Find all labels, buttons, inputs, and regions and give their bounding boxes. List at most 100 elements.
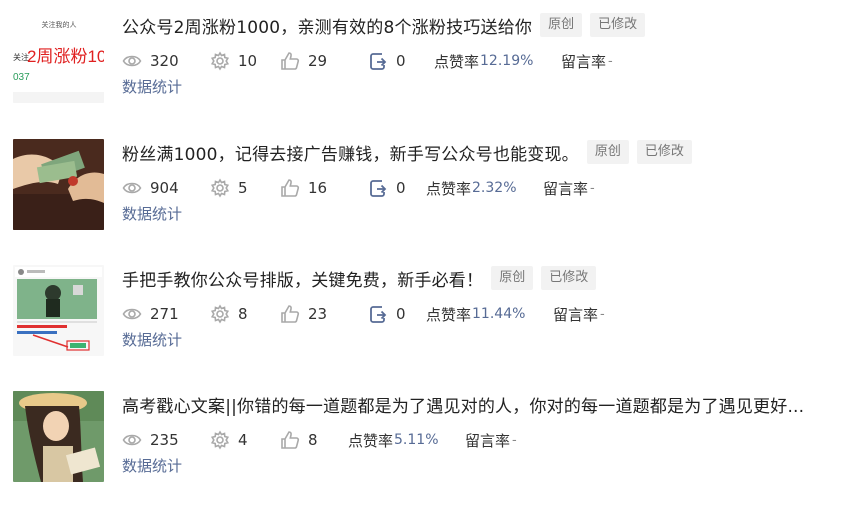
shares-stat: 8 (210, 304, 280, 324)
forwards-count: 0 (396, 305, 406, 323)
shares-count: 8 (238, 305, 248, 323)
shares-count: 10 (238, 52, 258, 70)
thumb-main-text: 2周涨粉100 (27, 47, 104, 66)
shares-stat: 4 (210, 430, 280, 450)
comment-rate-label: 留言率 (465, 431, 511, 450)
like-rate-value: 12.19% (480, 53, 534, 69)
thumbs-up-icon (281, 52, 300, 70)
share-icon (370, 306, 387, 323)
eye-icon (122, 308, 142, 320)
thumbnail-image (13, 139, 104, 230)
title-row: 高考戳心文案||你错的每一道题都是为了遇见对的人，你对的每一道题都是为了遇见更好… (122, 391, 804, 417)
article-title[interactable]: 粉丝满1000，记得去接广告赚钱，新手写公众号也能变现。 (122, 140, 579, 165)
article-title[interactable]: 手把手教你公众号排版，关键免费，新手必看！ (122, 266, 483, 291)
article-title[interactable]: 高考戳心文案||你错的每一道题都是为了遇见对的人，你对的每一道题都是为了遇见更好… (122, 392, 804, 417)
shares-count: 4 (238, 431, 248, 449)
views-stat: 271 (122, 304, 210, 324)
article-thumbnail[interactable] (13, 391, 104, 482)
forwards-count: 0 (396, 179, 406, 197)
views-stat: 320 (122, 51, 210, 71)
like-rate-value: 2.32% (472, 180, 517, 196)
article-thumbnail[interactable] (13, 265, 104, 356)
data-stats-link[interactable]: 数据统计 (122, 76, 182, 97)
eye-icon (122, 182, 142, 194)
title-row: 粉丝满1000，记得去接广告赚钱，新手写公众号也能变现。 原创 已修改 (122, 139, 692, 165)
title-row: 公众号2周涨粉1000，亲测有效的8个涨粉技巧送给你 原创 已修改 (122, 12, 646, 38)
like-rate-label: 点赞率 (426, 305, 472, 324)
like-rate-value: 5.11% (394, 432, 439, 448)
forwards-count: 0 (396, 52, 406, 70)
likes-stat: 29 (280, 51, 368, 71)
forwards-stat: 0 (368, 304, 426, 324)
views-count: 904 (150, 179, 179, 197)
modified-badge: 已修改 (541, 266, 597, 290)
like-rate-stat: 点赞率 11.44% (426, 304, 553, 325)
stats-row: 320 10 29 0 点赞率 12.19% 留言率 - (122, 50, 613, 72)
share-icon (370, 53, 387, 70)
gear-icon (210, 178, 230, 198)
like-rate-label: 点赞率 (348, 431, 394, 450)
like-rate-label: 点赞率 (426, 179, 472, 198)
forwards-stat: 0 (368, 51, 434, 71)
modified-badge: 已修改 (590, 13, 646, 37)
gear-icon (210, 51, 230, 71)
article-thumbnail[interactable]: 关注我的人 关注 2周涨粉100 037 (13, 12, 104, 103)
likes-stat: 16 (280, 178, 368, 198)
comment-rate-stat: 留言率 - (543, 178, 595, 199)
thumbs-up-icon (281, 179, 300, 197)
views-stat: 904 (122, 178, 210, 198)
shares-stat: 10 (210, 51, 280, 71)
gear-icon (210, 304, 230, 324)
data-stats-link[interactable]: 数据统计 (122, 329, 182, 350)
article-item: 关注我的人 关注 2周涨粉100 037 公众号2周涨粉1000，亲测有效的8个… (0, 12, 841, 138)
comment-rate-stat: 留言率 - (465, 430, 517, 451)
gear-icon (210, 430, 230, 450)
forwards-stat: 0 (368, 178, 426, 198)
article-thumbnail[interactable] (13, 139, 104, 230)
modified-badge: 已修改 (636, 140, 692, 164)
like-rate-label: 点赞率 (434, 52, 480, 71)
article-title[interactable]: 公众号2周涨粉1000，亲测有效的8个涨粉技巧送给你 (122, 13, 532, 38)
like-rate-stat: 点赞率 12.19% (434, 51, 561, 72)
original-badge: 原创 (491, 266, 534, 290)
like-rate-stat: 点赞率 5.11% (348, 430, 465, 451)
like-rate-stat: 点赞率 2.32% (426, 178, 543, 199)
original-badge: 原创 (540, 13, 583, 37)
comment-rate-label: 留言率 (561, 52, 607, 71)
eye-icon (122, 434, 142, 446)
thumb-top-text: 关注我的人 (42, 20, 77, 29)
views-count: 235 (150, 431, 179, 449)
article-item: 高考戳心文案||你错的每一道题都是为了遇见对的人，你对的每一道题都是为了遇见更好… (0, 391, 841, 517)
views-count: 271 (150, 305, 179, 323)
comment-rate-label: 留言率 (543, 179, 589, 198)
comment-rate-value: - (600, 306, 605, 322)
thumb-sub-text: 037 (13, 72, 30, 83)
original-badge: 原创 (586, 140, 629, 164)
likes-stat: 23 (280, 304, 368, 324)
likes-count: 23 (308, 305, 328, 323)
eye-icon (122, 55, 142, 67)
thumbs-up-icon (281, 431, 300, 449)
comment-rate-value: - (590, 180, 595, 196)
stats-row: 271 8 23 0 点赞率 11.44% 留言率 - (122, 303, 605, 325)
comment-rate-label: 留言率 (553, 305, 599, 324)
comment-rate-value: - (608, 53, 613, 69)
like-rate-value: 11.44% (472, 306, 526, 322)
likes-count: 16 (308, 179, 328, 197)
data-stats-link[interactable]: 数据统计 (122, 455, 182, 476)
thumbnail-image (13, 265, 104, 356)
article-item: 粉丝满1000，记得去接广告赚钱，新手写公众号也能变现。 原创 已修改 904 … (0, 139, 841, 265)
comment-rate-stat: 留言率 - (561, 51, 613, 72)
comment-rate-value: - (512, 432, 517, 448)
likes-stat: 8 (280, 430, 348, 450)
stats-row: 235 4 8 点赞率 5.11% 留言率 - (122, 429, 517, 451)
views-count: 320 (150, 52, 179, 70)
shares-stat: 5 (210, 178, 280, 198)
thumbs-up-icon (281, 305, 300, 323)
data-stats-link[interactable]: 数据统计 (122, 203, 182, 224)
article-item: 手把手教你公众号排版，关键免费，新手必看！ 原创 已修改 271 8 23 0 … (0, 265, 841, 391)
share-icon (370, 180, 387, 197)
thumbnail-image (13, 391, 104, 482)
stats-row: 904 5 16 0 点赞率 2.32% 留言率 - (122, 177, 595, 199)
likes-count: 8 (308, 431, 318, 449)
